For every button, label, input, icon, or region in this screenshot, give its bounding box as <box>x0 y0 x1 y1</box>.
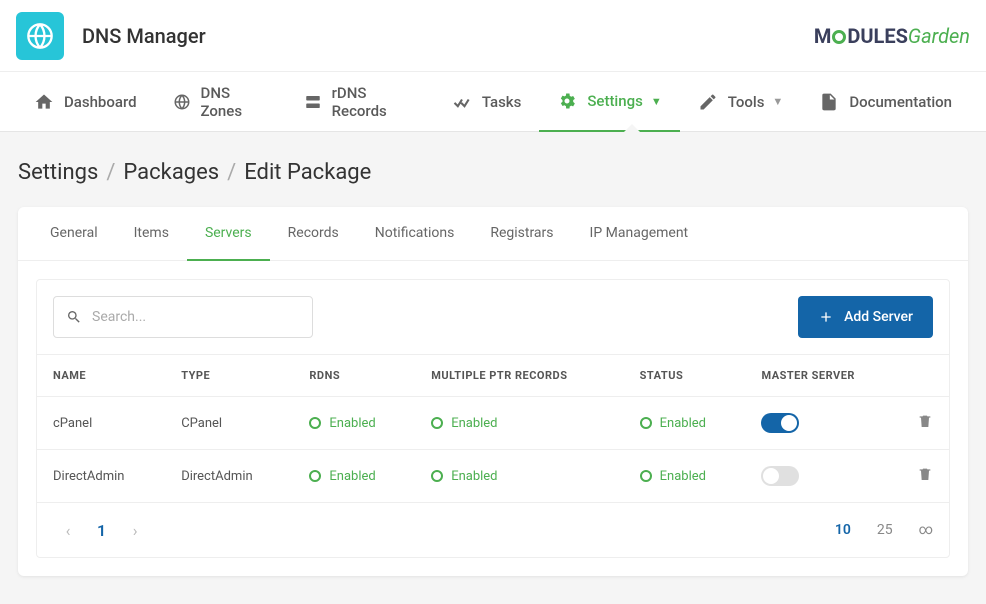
tab-general[interactable]: General <box>32 207 116 260</box>
col-type[interactable]: TYPE <box>165 355 293 397</box>
breadcrumb: Settings/Packages/Edit Package <box>18 160 968 185</box>
cell-ptr: Enabled <box>415 450 623 503</box>
delete-button[interactable] <box>917 471 933 486</box>
tab-items[interactable]: Items <box>116 207 187 260</box>
search-box[interactable] <box>53 296 313 338</box>
cell-name: cPanel <box>37 397 165 450</box>
gear-icon <box>557 91 577 111</box>
tab-servers[interactable]: Servers <box>187 207 270 261</box>
page-current[interactable]: 1 <box>83 521 120 540</box>
cell-ptr: Enabled <box>415 397 623 450</box>
delete-button[interactable] <box>917 418 933 433</box>
app-title: DNS Manager <box>82 24 206 48</box>
document-icon <box>819 92 839 112</box>
cell-status: Enabled <box>624 397 746 450</box>
add-server-button[interactable]: Add Server <box>798 296 933 338</box>
plus-icon <box>818 309 834 325</box>
cell-name: DirectAdmin <box>37 450 165 503</box>
crumb-edit: Edit Package <box>244 160 371 185</box>
nav-zones[interactable]: DNS Zones <box>155 72 286 131</box>
col-status[interactable]: STATUS <box>624 355 746 397</box>
trash-icon <box>917 466 933 482</box>
servers-card: Add Server NAME TYPE RDNS MULTIPLE PTR R… <box>36 279 950 558</box>
nav-dashboard[interactable]: Dashboard <box>16 72 155 131</box>
col-ptr[interactable]: MULTIPLE PTR RECORDS <box>415 355 623 397</box>
cell-type: DirectAdmin <box>165 450 293 503</box>
search-input[interactable] <box>92 309 300 325</box>
col-master[interactable]: MASTER SERVER <box>745 355 901 397</box>
pagination: ‹ 1 › 10 25 ∞ <box>37 502 949 557</box>
tab-records[interactable]: Records <box>270 207 357 260</box>
globe-icon <box>26 22 54 50</box>
brand-logo: MDULESGarden <box>814 24 970 48</box>
check-icon <box>452 92 472 112</box>
main-panel: General Items Servers Records Notificati… <box>18 207 968 576</box>
page-size-∞[interactable]: ∞ <box>919 522 933 538</box>
top-bar: DNS Manager MDULESGarden <box>0 0 986 72</box>
servers-table: NAME TYPE RDNS MULTIPLE PTR RECORDS STAT… <box>37 354 949 502</box>
page-prev[interactable]: ‹ <box>53 515 83 545</box>
globe-icon <box>173 92 191 112</box>
nav-tasks[interactable]: Tasks <box>434 72 540 131</box>
nav-rdns[interactable]: rDNS Records <box>286 72 434 131</box>
tab-notifications[interactable]: Notifications <box>357 207 473 260</box>
tab-registrars[interactable]: Registrars <box>472 207 571 260</box>
home-icon <box>34 92 54 112</box>
col-name[interactable]: NAME <box>37 355 165 397</box>
nav-docs[interactable]: Documentation <box>801 72 970 131</box>
page-size-25[interactable]: 25 <box>877 522 893 538</box>
nav-caret <box>624 124 640 132</box>
cell-status: Enabled <box>624 450 746 503</box>
table-row: cPanelCPanelEnabledEnabledEnabled <box>37 397 949 450</box>
tabs: General Items Servers Records Notificati… <box>18 207 968 261</box>
col-rdns[interactable]: RDNS <box>293 355 415 397</box>
nav-tools[interactable]: Tools ▼ <box>680 72 802 131</box>
crumb-packages[interactable]: Packages <box>123 160 219 185</box>
page-size-10[interactable]: 10 <box>835 522 851 538</box>
cell-rdns: Enabled <box>293 450 415 503</box>
chevron-down-icon: ▼ <box>651 95 662 108</box>
trash-icon <box>917 413 933 429</box>
master-toggle[interactable] <box>761 466 799 486</box>
pencil-icon <box>698 92 718 112</box>
app-logo <box>16 12 64 60</box>
cell-type: CPanel <box>165 397 293 450</box>
search-icon <box>66 308 82 326</box>
crumb-settings[interactable]: Settings <box>18 160 98 185</box>
nav-settings[interactable]: Settings ▼ <box>539 73 679 132</box>
server-icon <box>304 92 322 112</box>
chevron-down-icon: ▼ <box>772 95 783 108</box>
master-toggle[interactable] <box>761 413 799 433</box>
page-next[interactable]: › <box>120 515 150 545</box>
tab-ip[interactable]: IP Management <box>572 207 707 260</box>
table-row: DirectAdminDirectAdminEnabledEnabledEnab… <box>37 450 949 503</box>
cell-rdns: Enabled <box>293 397 415 450</box>
main-nav: Dashboard DNS Zones rDNS Records Tasks S… <box>0 72 986 132</box>
